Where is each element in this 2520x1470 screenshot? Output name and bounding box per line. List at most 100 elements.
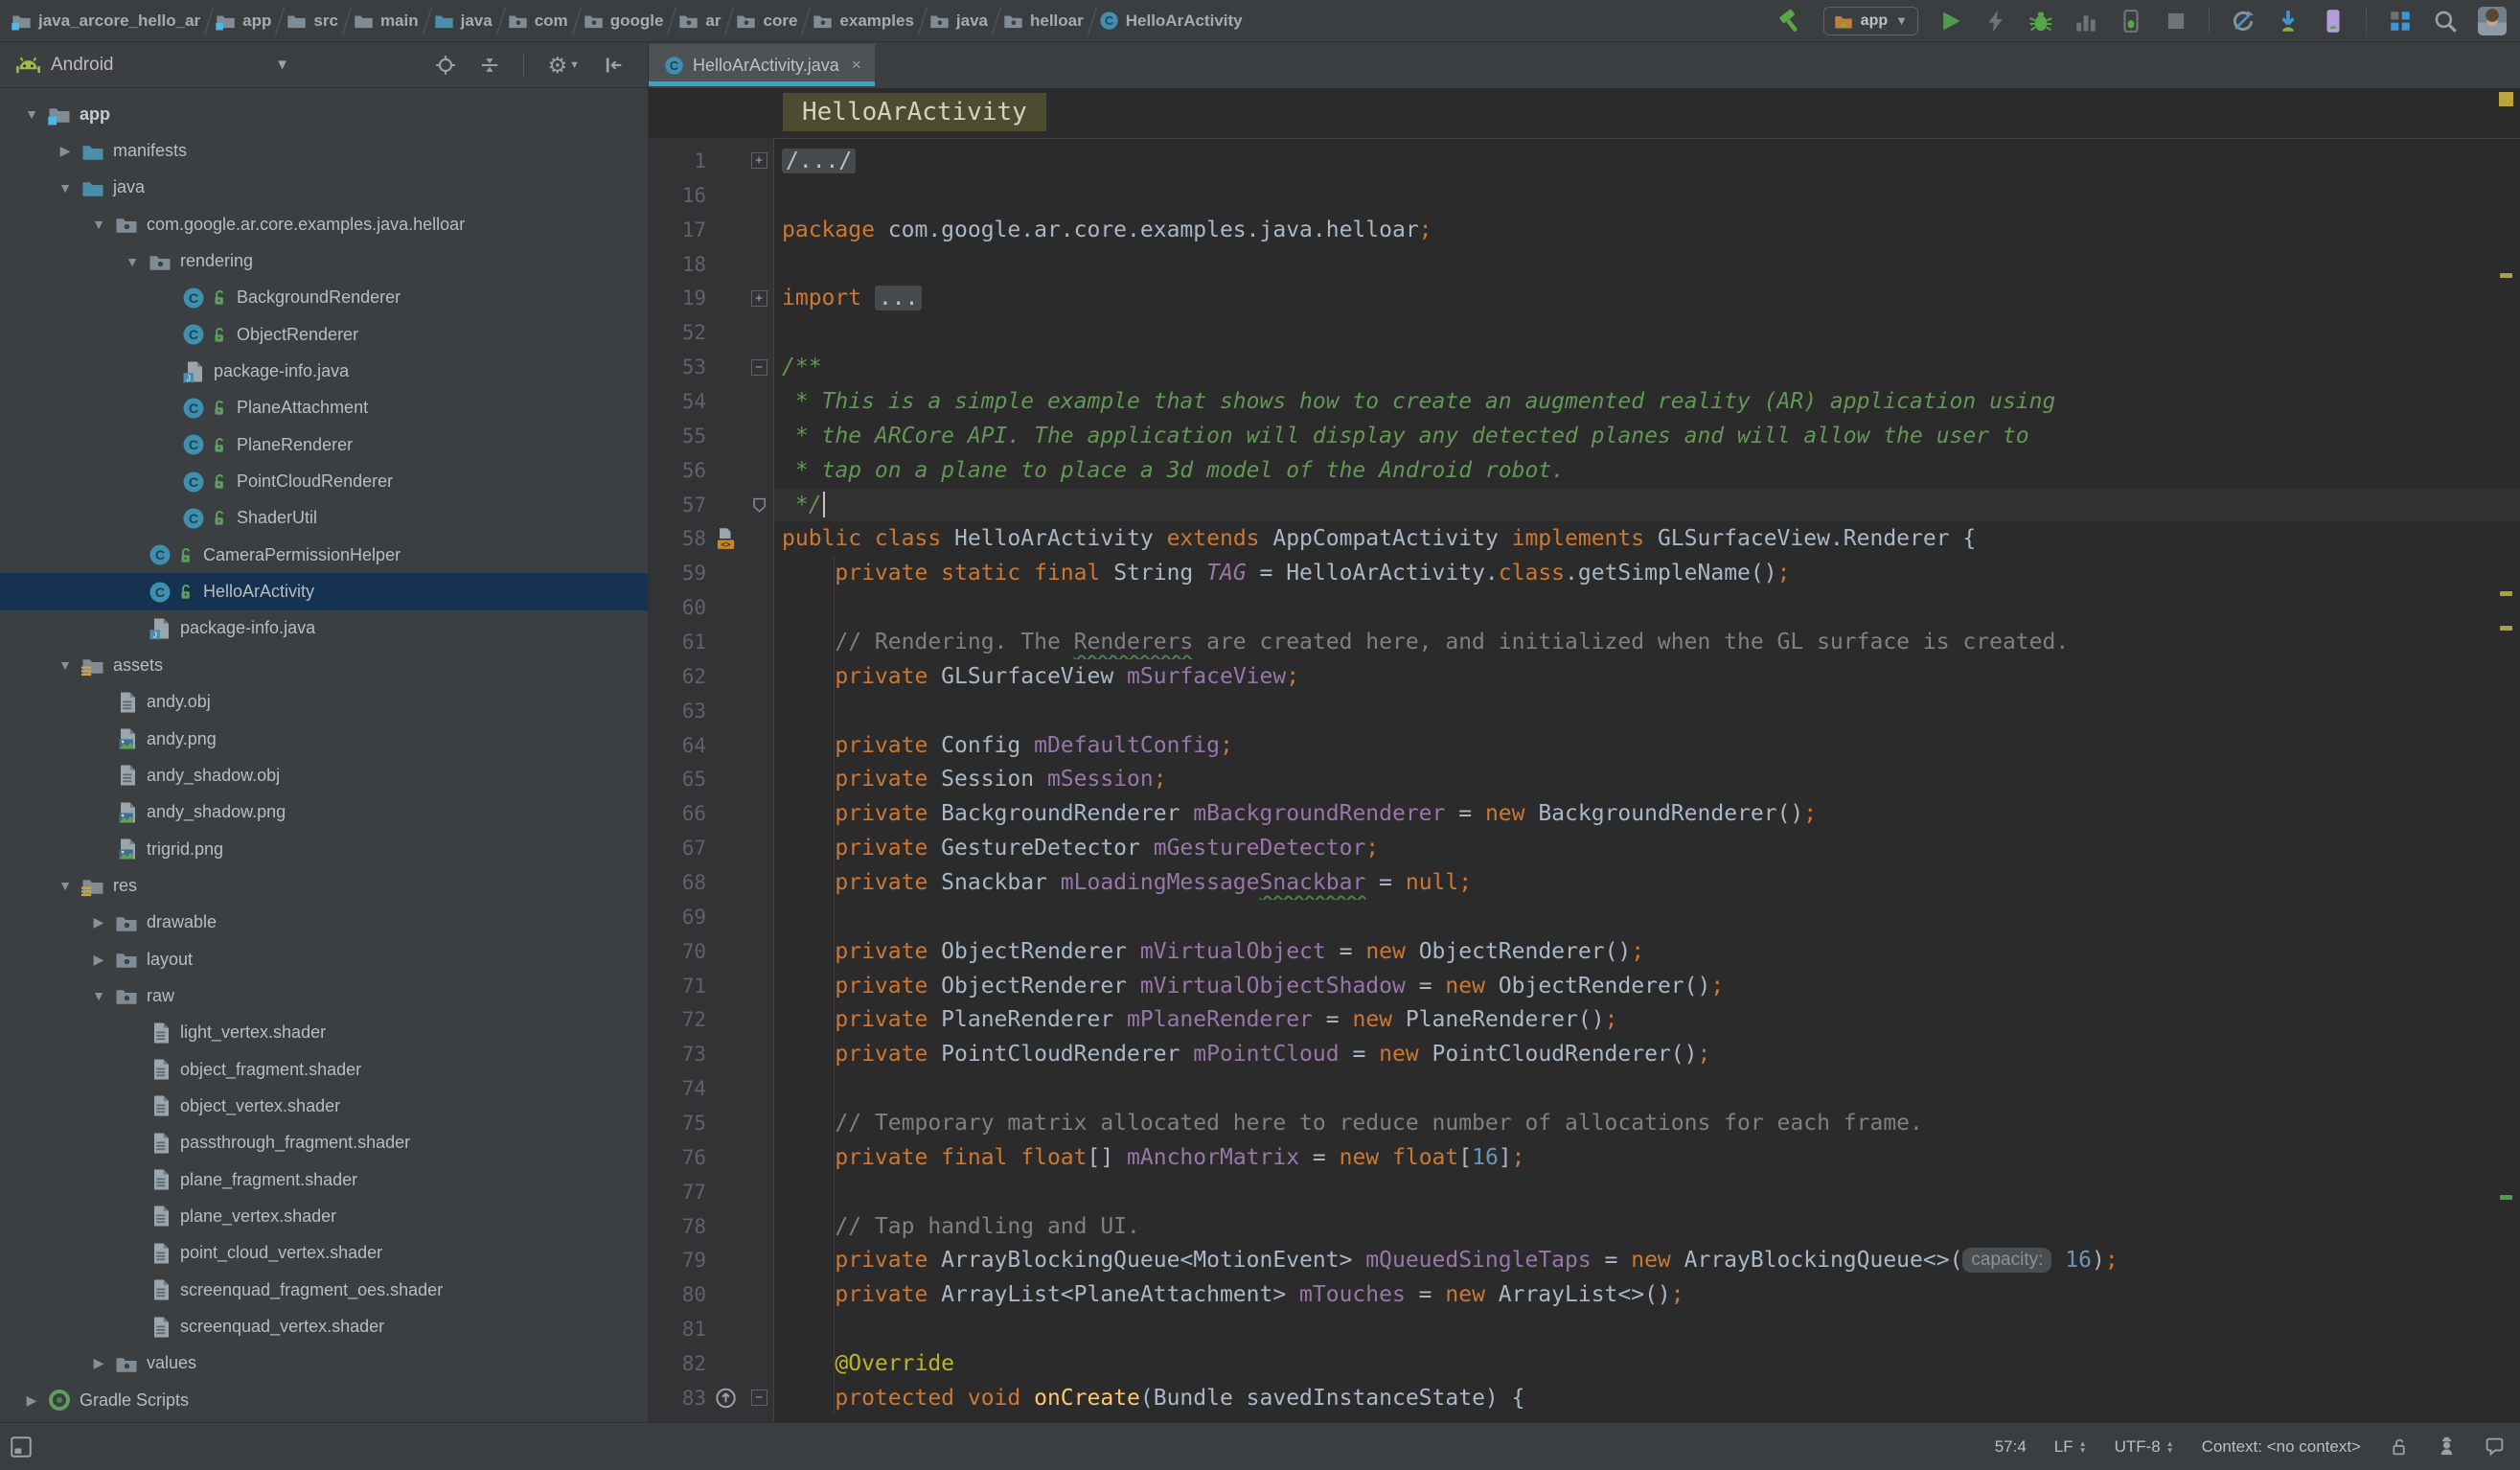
tree-item-package-info-java[interactable]: Jpackage-info.java <box>0 610 649 647</box>
run-icon[interactable] <box>1938 9 1963 34</box>
chevron-expanded-icon[interactable]: ▼ <box>15 106 48 122</box>
instant-run-icon[interactable] <box>1983 9 2008 34</box>
breadcrumb-google[interactable]: google <box>584 11 664 31</box>
tree-item-values[interactable]: ▶values <box>0 1345 649 1382</box>
editor-tab-helloaractivity[interactable]: C HelloArActivity.java × <box>649 44 875 86</box>
breadcrumb-java[interactable]: java <box>929 11 988 31</box>
code-area[interactable]: 1+/.../1617package com.google.ar.core.ex… <box>649 138 2520 1422</box>
code-line-82[interactable]: 82 @Override <box>649 1346 2520 1381</box>
code-line-68[interactable]: 68 private Snackbar mLoadingMessageSnack… <box>649 865 2520 900</box>
stop-icon[interactable] <box>2164 9 2188 34</box>
attach-debugger-icon[interactable] <box>2119 9 2143 34</box>
tree-item-app[interactable]: ▼app <box>0 96 649 132</box>
breadcrumb-core[interactable]: core <box>736 11 797 31</box>
project-structure-icon[interactable] <box>2388 9 2413 34</box>
code-line-66[interactable]: 66 private BackgroundRenderer mBackgroun… <box>649 796 2520 831</box>
project-view-selector[interactable]: Android ▼ <box>15 52 289 78</box>
chevron-expanded-icon[interactable]: ▼ <box>49 878 81 893</box>
tree-item-andy-shadow-png[interactable]: andy_shadow.png <box>0 794 649 831</box>
breadcrumb-helloaractivity[interactable]: CHelloArActivity <box>1099 11 1243 31</box>
fold-collapse-icon[interactable]: − <box>751 359 767 376</box>
tree-item-java[interactable]: ▼java <box>0 170 649 206</box>
encoding-selector[interactable]: UTF-8 ▲▼ <box>2115 1437 2174 1457</box>
avd-manager-icon[interactable] <box>2276 9 2301 34</box>
build-hammer-icon[interactable] <box>1778 9 1803 34</box>
tree-item-plane-fragment-shader[interactable]: plane_fragment.shader <box>0 1161 649 1198</box>
code-line-54[interactable]: 54 * This is a simple example that shows… <box>649 384 2520 419</box>
code-line-64[interactable]: 64 private Config mDefaultConfig; <box>649 728 2520 763</box>
tree-item-planeattachment[interactable]: CPlaneAttachment <box>0 390 649 426</box>
breadcrumb-com[interactable]: com <box>508 11 568 31</box>
tree-item-assets[interactable]: ▼assets <box>0 647 649 683</box>
code-line-80[interactable]: 80 private ArrayList<PlaneAttachment> mT… <box>649 1277 2520 1312</box>
overrides-method-icon[interactable] <box>715 1386 737 1411</box>
tree-item-point-cloud-vertex-shader[interactable]: point_cloud_vertex.shader <box>0 1235 649 1272</box>
chevron-expanded-icon[interactable]: ▼ <box>49 657 81 673</box>
editor-breadcrumb-class[interactable]: HelloArActivity <box>783 93 1046 131</box>
chevron-expanded-icon[interactable]: ▼ <box>116 254 149 269</box>
code-line-62[interactable]: 62 private GLSurfaceView mSurfaceView; <box>649 659 2520 694</box>
tree-item-andy-png[interactable]: andy.png <box>0 721 649 757</box>
device-manager-icon[interactable] <box>2321 9 2346 34</box>
hide-panel-icon[interactable] <box>603 55 624 76</box>
tree-item-screenquad-fragment-oes-shader[interactable]: screenquad_fragment_oes.shader <box>0 1272 649 1308</box>
context-indicator[interactable]: Context: <no context> <box>2202 1437 2361 1457</box>
breadcrumb-src[interactable]: src <box>286 11 338 31</box>
tree-item-gradle-scripts[interactable]: ▶Gradle Scripts <box>0 1382 649 1418</box>
code-line-63[interactable]: 63 <box>649 694 2520 728</box>
code-line-56[interactable]: 56 * tap on a plane to place a 3d model … <box>649 453 2520 488</box>
code-line-57[interactable]: 57 */ <box>649 488 2520 522</box>
tree-item-package-info-java[interactable]: Jpackage-info.java <box>0 353 649 389</box>
user-avatar[interactable] <box>2478 7 2507 35</box>
code-line-55[interactable]: 55 * the ARCore API. The application wil… <box>649 419 2520 453</box>
code-line-83[interactable]: 83− protected void onCreate(Bundle saved… <box>649 1381 2520 1415</box>
code-line-58[interactable]: 58<>public class HelloArActivity extends… <box>649 521 2520 556</box>
profiler-icon[interactable] <box>2073 9 2098 34</box>
chevron-expanded-icon[interactable]: ▼ <box>82 988 115 1003</box>
tree-item-andy-obj[interactable]: andy.obj <box>0 684 649 721</box>
code-line-17[interactable]: 17package com.google.ar.core.examples.ja… <box>649 213 2520 247</box>
code-line-79[interactable]: 79 private ArrayBlockingQueue<MotionEven… <box>649 1244 2520 1278</box>
locate-file-icon[interactable] <box>435 55 456 76</box>
code-line-60[interactable]: 60 <box>649 590 2520 625</box>
code-line-78[interactable]: 78 // Tap handling and UI. <box>649 1209 2520 1244</box>
tree-item-rendering[interactable]: ▼rendering <box>0 242 649 279</box>
collapse-all-icon[interactable] <box>479 55 500 76</box>
breadcrumb-ar[interactable]: ar <box>678 11 721 31</box>
breadcrumb-java_arcore_hello_ar[interactable]: java_arcore_hello_ar <box>11 11 200 31</box>
code-line-59[interactable]: 59 private static final String TAG = Hel… <box>649 556 2520 590</box>
chevron-collapsed-icon[interactable]: ▶ <box>49 143 81 159</box>
tree-item-camerapermissionhelper[interactable]: CCameraPermissionHelper <box>0 537 649 573</box>
tree-item-helloaractivity[interactable]: CHelloArActivity <box>0 573 649 609</box>
code-line-16[interactable]: 16 <box>649 178 2520 213</box>
related-layout-icon[interactable]: <> <box>715 526 737 551</box>
code-line-74[interactable]: 74 <box>649 1071 2520 1106</box>
code-line-73[interactable]: 73 private PointCloudRenderer mPointClou… <box>649 1037 2520 1071</box>
tree-item-screenquad-vertex-shader[interactable]: screenquad_vertex.shader <box>0 1308 649 1344</box>
feedback-bubble-icon[interactable] <box>2485 1436 2505 1457</box>
gradle-sync-icon[interactable] <box>2231 9 2256 34</box>
code-line-65[interactable]: 65 private Session mSession; <box>649 762 2520 796</box>
breadcrumb-helloar[interactable]: helloar <box>1003 11 1084 31</box>
tree-item-com-google-ar-core-examples-java-helloar[interactable]: ▼com.google.ar.core.examples.java.helloa… <box>0 206 649 242</box>
breadcrumb-java[interactable]: java <box>434 11 493 31</box>
line-separator-selector[interactable]: LF ▲▼ <box>2054 1437 2087 1457</box>
error-stripe-mark[interactable] <box>2500 591 2512 596</box>
caret-position[interactable]: 57:4 <box>1995 1437 2027 1457</box>
error-stripe-mark[interactable] <box>2500 273 2512 278</box>
fold-end-icon[interactable] <box>751 495 767 514</box>
inspections-status-square[interactable] <box>2499 92 2513 106</box>
hector-inspections-icon[interactable] <box>2437 1436 2457 1457</box>
breadcrumb-app[interactable]: app <box>216 11 271 31</box>
code-editor[interactable]: HelloArActivity 1+/.../1617package com.g… <box>649 88 2520 1422</box>
code-line-75[interactable]: 75 // Temporary matrix allocated here to… <box>649 1106 2520 1140</box>
tree-item-manifests[interactable]: ▶manifests <box>0 132 649 169</box>
search-everywhere-icon[interactable] <box>2433 9 2458 34</box>
tree-item-raw[interactable]: ▼raw <box>0 977 649 1014</box>
close-tab-icon[interactable]: × <box>852 56 861 75</box>
tree-item-object-vertex-shader[interactable]: object_vertex.shader <box>0 1088 649 1124</box>
code-line-67[interactable]: 67 private GestureDetector mGestureDetec… <box>649 831 2520 865</box>
tree-item-backgroundrenderer[interactable]: CBackgroundRenderer <box>0 280 649 316</box>
tree-item-passthrough-fragment-shader[interactable]: passthrough_fragment.shader <box>0 1125 649 1161</box>
code-line-69[interactable]: 69 <box>649 900 2520 934</box>
